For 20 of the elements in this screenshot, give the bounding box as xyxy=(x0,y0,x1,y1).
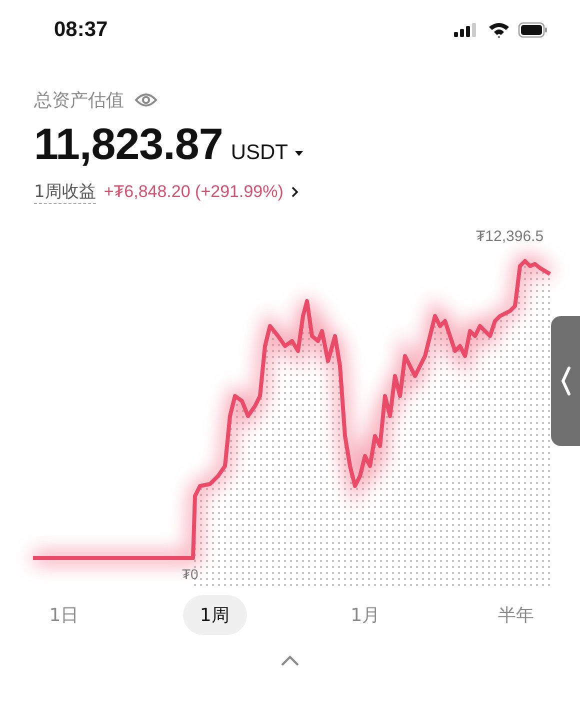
battery-icon xyxy=(518,22,548,38)
currency-dropdown[interactable]: USDT xyxy=(230,141,303,165)
max-value-label: ₮12,396.5 xyxy=(476,228,544,245)
wifi-icon xyxy=(488,22,510,38)
pnl-label: 1周收益 xyxy=(34,180,96,204)
period-tab[interactable]: 1日 xyxy=(32,595,96,635)
chevron-left-icon xyxy=(561,366,571,396)
eye-icon[interactable] xyxy=(134,92,158,108)
side-handle[interactable] xyxy=(551,316,580,446)
pnl-value: +₮6,848.20 (+291.99%) xyxy=(104,182,284,202)
period-tab[interactable]: 1月 xyxy=(333,595,398,635)
status-time: 08:37 xyxy=(54,18,108,42)
caret-icon xyxy=(295,150,303,156)
period-tab[interactable]: 1周 xyxy=(182,595,247,635)
chevron-right-icon[interactable] xyxy=(291,186,300,198)
min-value-label: ₮0 xyxy=(182,566,198,582)
period-tab[interactable]: 半年 xyxy=(484,595,548,635)
chevron-up-icon[interactable] xyxy=(280,655,300,667)
balance-amount: 11,823.87 xyxy=(34,120,223,170)
total-assets-label: 总资产估值 xyxy=(34,89,124,112)
